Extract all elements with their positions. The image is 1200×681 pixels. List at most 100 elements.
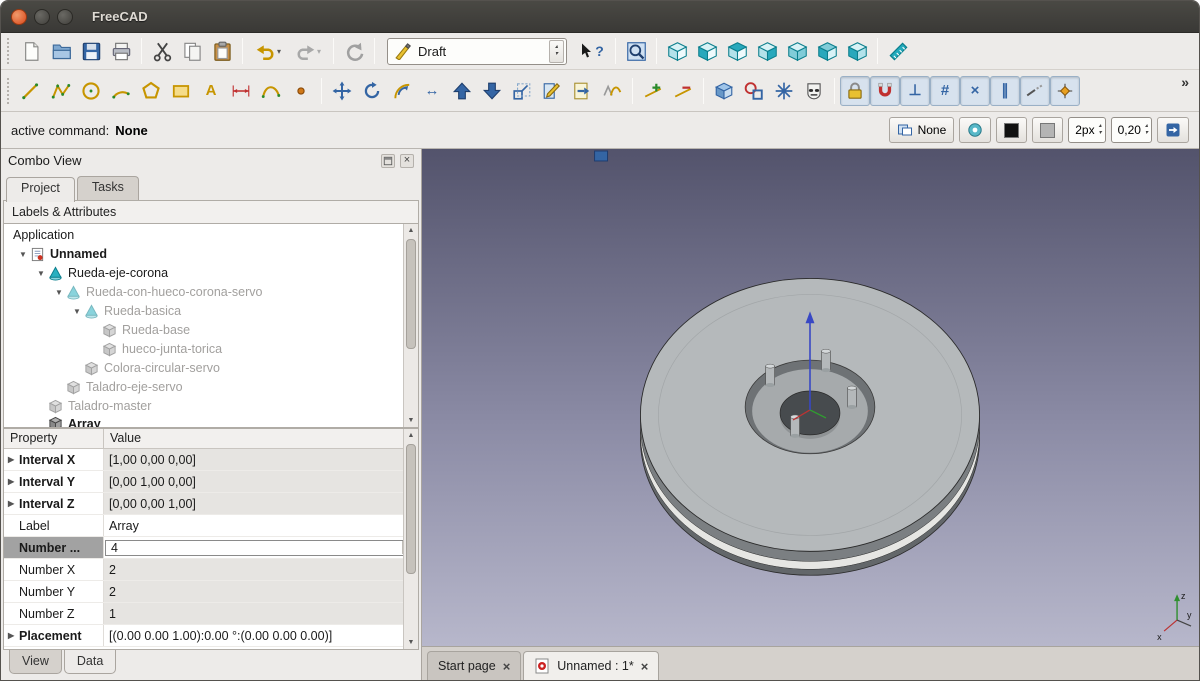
tree-item-array[interactable]: Array <box>4 416 154 428</box>
line-color-button[interactable] <box>996 117 1027 143</box>
property-row-number[interactable]: Number ... 4 ▴▾ <box>4 537 418 559</box>
snap-grid-button[interactable]: # <box>930 76 960 106</box>
expander-icon[interactable]: ▶ <box>8 499 19 508</box>
tab-close-icon[interactable]: × <box>503 660 511 673</box>
snap-center-button[interactable] <box>1050 76 1080 106</box>
draft-move-button[interactable] <box>327 76 357 106</box>
view-front-button[interactable] <box>692 36 722 66</box>
draft-line-button[interactable] <box>16 76 46 106</box>
snap-intersection-button[interactable]: × <box>960 76 990 106</box>
draft-upgrade-button[interactable] <box>447 76 477 106</box>
expander-icon[interactable]: ▼ <box>70 307 84 316</box>
tree-item-colora-circular-servo[interactable]: Colora-circular-servo <box>4 359 418 378</box>
expander-icon[interactable]: ▼ <box>34 269 48 278</box>
property-row-number-z[interactable]: Number Z 1 <box>4 603 418 625</box>
dropdown-arrow-icon[interactable]: ▾ <box>277 47 281 56</box>
open-document-button[interactable] <box>46 36 76 66</box>
draft-text-button[interactable]: A <box>196 76 226 106</box>
draft-point-button[interactable] <box>286 76 316 106</box>
draft-downgrade-button[interactable] <box>477 76 507 106</box>
toolbar-grip[interactable] <box>7 38 11 64</box>
line-width-spinner[interactable]: 2px ▴▾ <box>1068 117 1105 143</box>
scrollbar-thumb[interactable] <box>406 239 416 349</box>
apply-style-button[interactable] <box>1157 117 1189 143</box>
save-button[interactable] <box>76 36 106 66</box>
construction-mode-button[interactable] <box>959 117 991 143</box>
paste-button[interactable] <box>207 36 237 66</box>
property-row-placement[interactable]: ▶Placement [(0.00 0.00 1.00):0.00 °:(0.0… <box>4 625 418 647</box>
draft-wire-button[interactable] <box>46 76 76 106</box>
draft-edit-button[interactable] <box>537 76 567 106</box>
tab-start-page[interactable]: Start page × <box>427 651 521 680</box>
draft-dimension-button[interactable] <box>226 76 256 106</box>
number-spinbox[interactable]: 4 ▴▾ <box>105 540 417 556</box>
toolbar-grip[interactable] <box>7 78 11 104</box>
copy-button[interactable] <box>177 36 207 66</box>
draft-arc-button[interactable] <box>106 76 136 106</box>
view-axonometric-button[interactable] <box>662 36 692 66</box>
view-bottom-button[interactable] <box>812 36 842 66</box>
cut-button[interactable] <box>147 36 177 66</box>
scroll-up-icon[interactable]: ▲ <box>408 224 415 237</box>
text-scale-spinner[interactable]: 0,20 ▴▾ <box>1111 117 1152 143</box>
scroll-up-icon[interactable]: ▲ <box>408 429 415 442</box>
tree-scrollbar[interactable]: ▲ ▼ <box>403 224 418 427</box>
view-left-button[interactable] <box>842 36 872 66</box>
zoom-fit-button[interactable] <box>621 36 651 66</box>
spinner-arrows-icon[interactable]: ▴▾ <box>1145 123 1148 137</box>
tree-item-rueda-base[interactable]: Rueda-base <box>4 321 418 340</box>
tab-tasks[interactable]: Tasks <box>77 176 139 200</box>
draft-shape2d-view-button[interactable] <box>709 76 739 106</box>
draft-bspline-button[interactable] <box>256 76 286 106</box>
property-scrollbar[interactable]: ▲ ▼ <box>403 429 418 649</box>
view-right-button[interactable] <box>752 36 782 66</box>
tree-item-rueda-basica[interactable]: ▼ Rueda-basica <box>4 302 418 321</box>
redo-button[interactable]: ▾ <box>288 36 328 66</box>
window-maximize-button[interactable] <box>57 9 73 25</box>
dropdown-arrow-icon[interactable]: ▾ <box>317 47 321 56</box>
property-row-interval-y[interactable]: ▶Interval Y [0,00 1,00 0,00] <box>4 471 418 493</box>
draft-delete-point-button[interactable] <box>668 76 698 106</box>
tab-data[interactable]: Data <box>64 650 116 674</box>
draft-scale-button[interactable] <box>507 76 537 106</box>
autogroup-button[interactable]: None <box>889 117 955 143</box>
property-row-interval-z[interactable]: ▶Interval Z [0,00 0,00 1,00] <box>4 493 418 515</box>
expander-icon[interactable]: ▶ <box>8 631 19 640</box>
draft-wire-to-bspline-button[interactable] <box>597 76 627 106</box>
view-rear-button[interactable] <box>782 36 812 66</box>
property-row-label[interactable]: Label Array <box>4 515 418 537</box>
tree-item-rueda-con-hueco[interactable]: ▼ Rueda-con-hueco-corona-servo <box>4 283 418 302</box>
snap-perpendicular-button[interactable]: ⊥ <box>900 76 930 106</box>
window-minimize-button[interactable] <box>34 9 50 25</box>
draft-clone-button[interactable] <box>799 76 829 106</box>
draft-circle-button[interactable] <box>76 76 106 106</box>
tree-item-hueco-junta-torica[interactable]: hueco-junta-torica <box>4 340 418 359</box>
toolbar-overflow-button[interactable]: » <box>1175 72 1195 92</box>
expander-icon[interactable]: ▶ <box>8 455 19 464</box>
tab-unnamed-document[interactable]: Unnamed : 1* × <box>523 651 659 680</box>
close-panel-button[interactable]: × <box>400 154 414 168</box>
tree-root-application[interactable]: Application <box>4 226 418 245</box>
3d-viewport[interactable]: z y x <box>422 149 1199 646</box>
draft-offset-button[interactable] <box>387 76 417 106</box>
tab-project[interactable]: Project <box>6 177 75 202</box>
spinner-arrows-icon[interactable]: ▴▾ <box>1099 123 1102 137</box>
draft-trim-button[interactable]: ↔ <box>417 76 447 106</box>
measure-button[interactable] <box>883 36 913 66</box>
draft-to-sketch-button[interactable] <box>739 76 769 106</box>
draft-polygon-button[interactable] <box>136 76 166 106</box>
snap-lock-button[interactable] <box>840 76 870 106</box>
tab-close-icon[interactable]: × <box>641 660 649 673</box>
expander-icon[interactable]: ▼ <box>16 250 30 259</box>
property-row-number-x[interactable]: Number X 2 <box>4 559 418 581</box>
snap-extension-button[interactable] <box>1020 76 1050 106</box>
expander-icon[interactable]: ▼ <box>52 288 66 297</box>
undo-button[interactable]: ▾ <box>248 36 288 66</box>
draft-array-button[interactable] <box>769 76 799 106</box>
snap-midpoint-button[interactable] <box>870 76 900 106</box>
scroll-down-icon[interactable]: ▼ <box>408 636 415 649</box>
draft-rectangle-button[interactable] <box>166 76 196 106</box>
face-color-button[interactable] <box>1032 117 1063 143</box>
snap-parallel-button[interactable]: ∥ <box>990 76 1020 106</box>
view-top-button[interactable] <box>722 36 752 66</box>
